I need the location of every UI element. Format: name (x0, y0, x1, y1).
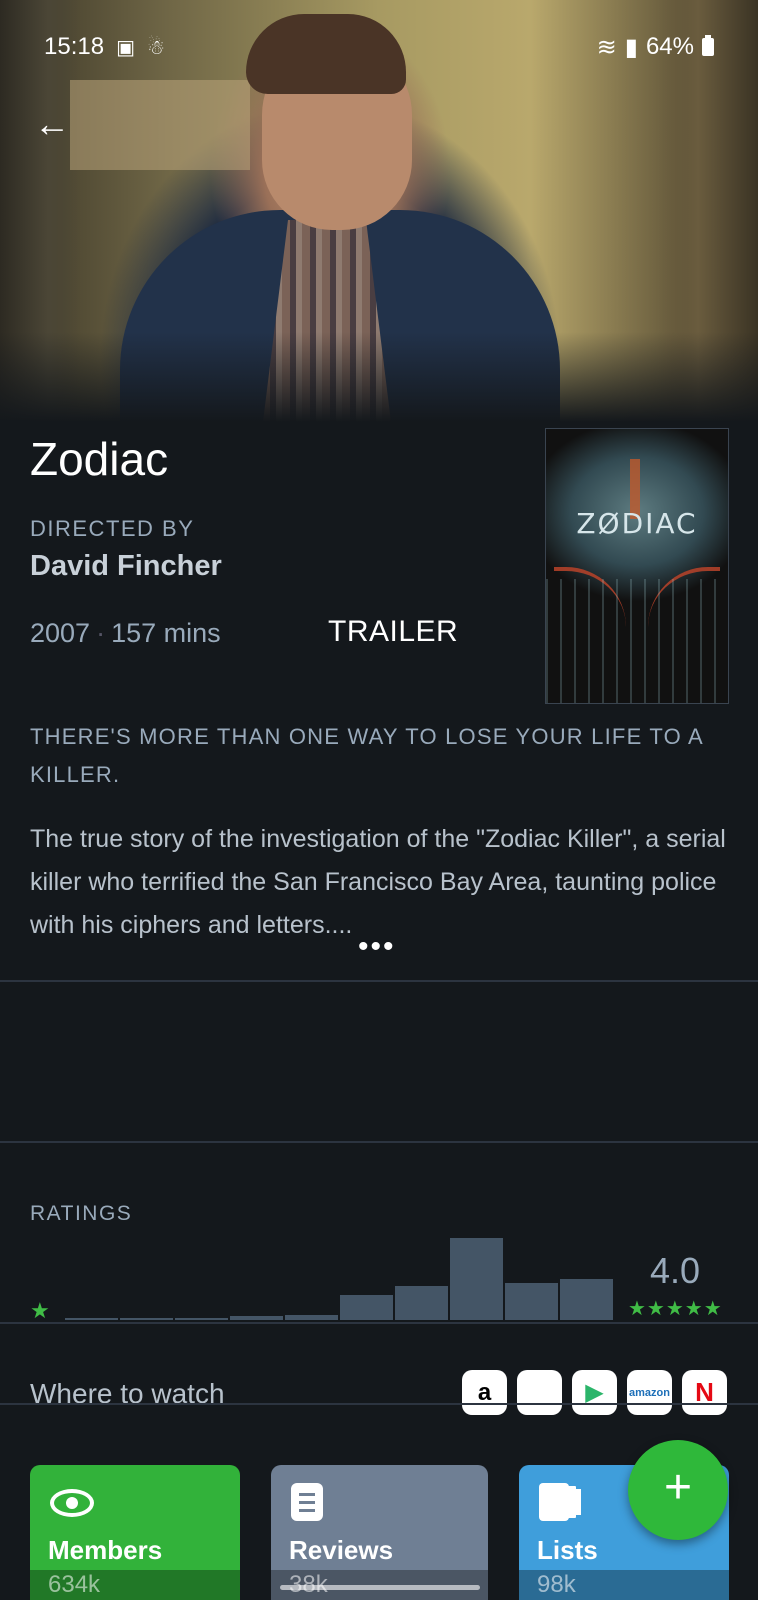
members-count: 634k (48, 1571, 101, 1598)
wifi-icon: ≋ (596, 33, 617, 61)
where-to-watch-label[interactable]: Where to watch (30, 1378, 225, 1410)
lists-icon (539, 1483, 569, 1521)
signal-icon: ▮ (624, 33, 638, 61)
film-runtime: 157 mins (111, 618, 221, 648)
status-right: ≋ ▮ 64% (597, 33, 714, 62)
histogram-bar (340, 1295, 393, 1320)
histogram-bar (505, 1283, 558, 1320)
ratings-histogram[interactable] (65, 1232, 613, 1320)
meta-separator: · (96, 618, 106, 648)
battery-icon (702, 35, 714, 56)
histogram-bar (450, 1238, 503, 1320)
max-stars-icon: ★★★★★ (628, 1298, 723, 1320)
amazon-fresh-icon[interactable]: amazon (627, 1370, 672, 1415)
min-star-icon: ★ (30, 1298, 50, 1323)
gallery-notification-icon: ▣ (116, 36, 135, 59)
more-button[interactable]: ••• (358, 930, 396, 964)
film-tagline: THERE'S MORE THAN ONE WAY TO LOSE YOUR L… (30, 724, 703, 787)
lists-label: Lists (537, 1535, 598, 1565)
divider (0, 1322, 758, 1324)
reviews-label: Reviews (289, 1535, 394, 1565)
add-fab-button[interactable]: + (628, 1440, 728, 1540)
streaming-services: a ▶ amazon N (462, 1370, 727, 1415)
poster-title: ZØDIAC (576, 507, 698, 540)
film-synopsis[interactable]: The true story of the investigation of t… (30, 818, 730, 947)
netflix-icon[interactable]: N (682, 1370, 727, 1415)
histogram-bar (230, 1316, 283, 1320)
film-meta: 2007 · 157 mins (30, 618, 221, 649)
divider (0, 980, 758, 982)
divider (0, 1403, 758, 1405)
lists-count: 98k (537, 1571, 576, 1598)
histogram-bar (65, 1318, 118, 1320)
status-time: 15:18 (44, 33, 105, 60)
directed-by-label: DIRECTED BY (30, 516, 195, 541)
battery-percent: 64% (645, 33, 694, 60)
trailer-button[interactable]: TRAILER (328, 615, 458, 649)
histogram-bar (560, 1279, 613, 1320)
poster-fog (546, 579, 728, 703)
histogram-bar (395, 1286, 448, 1320)
histogram-bar (175, 1318, 228, 1320)
backdrop-fade (0, 332, 758, 422)
backdrop-boxes (70, 80, 250, 170)
film-poster[interactable]: ZØDIAC (545, 428, 729, 704)
film-title: Zodiac (30, 433, 169, 485)
director-link[interactable]: David Fincher (30, 550, 222, 583)
google-play-icon[interactable]: ▶ (572, 1370, 617, 1415)
scroll-indicator[interactable] (280, 1585, 480, 1590)
document-icon (291, 1483, 323, 1521)
histogram-bar (285, 1315, 338, 1320)
status-bar: 15:18 ▣ ☃ ≋ ▮ 64% (44, 30, 714, 64)
back-arrow-icon[interactable]: ← (34, 104, 74, 144)
eye-icon (50, 1489, 94, 1517)
members-label: Members (48, 1535, 163, 1565)
members-tile[interactable]: Members 634k (30, 1465, 240, 1600)
app-notification-icon: ☃ (146, 36, 165, 59)
apple-icon[interactable] (517, 1370, 562, 1415)
average-rating: 4.0 (650, 1250, 701, 1291)
reviews-tile[interactable]: Reviews 38k (271, 1465, 488, 1600)
histogram-bar (120, 1318, 173, 1320)
ratings-label: RATINGS (30, 1202, 133, 1225)
amazon-icon[interactable]: a (462, 1370, 507, 1415)
film-year[interactable]: 2007 (30, 618, 90, 648)
divider (0, 1141, 758, 1143)
